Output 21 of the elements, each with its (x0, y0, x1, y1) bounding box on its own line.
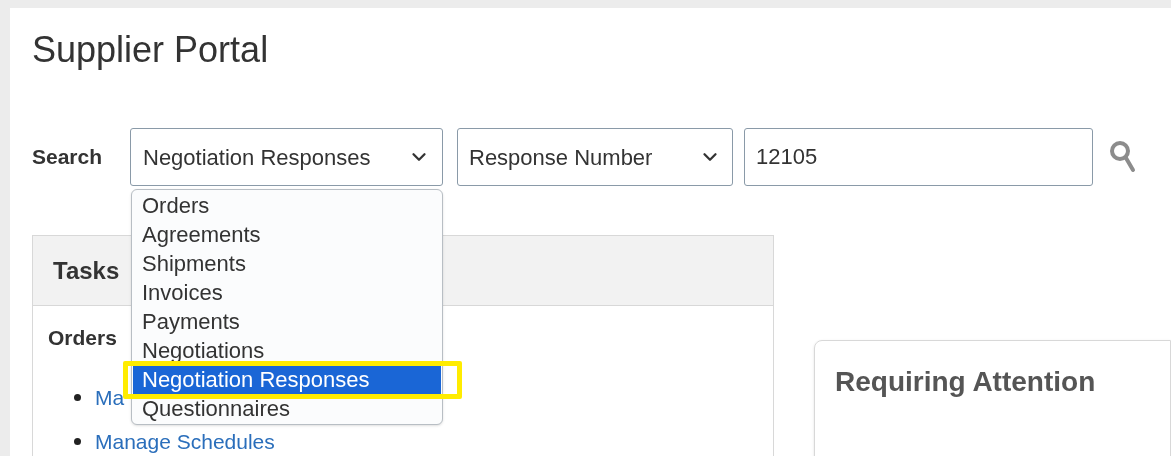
search-label: Search (32, 144, 104, 171)
dropdown-option[interactable]: Payments (133, 307, 441, 336)
page-title: Supplier Portal (32, 28, 269, 72)
search-input[interactable]: 12105 (744, 128, 1093, 186)
bullet-icon (74, 438, 81, 445)
panel-title: Tasks (53, 255, 120, 286)
bullet-icon (74, 394, 81, 401)
category-select[interactable]: Negotiation Responses (130, 128, 443, 186)
dropdown-option[interactable]: Orders (133, 191, 441, 220)
task-link[interactable]: Manage Schedules (95, 425, 275, 456)
dropdown-option[interactable]: Questionnaires (133, 394, 441, 423)
dropdown-option[interactable]: Negotiation Responses (133, 365, 441, 394)
panel-title: Requiring Attention (835, 366, 1096, 397)
field-select[interactable]: Response Number (457, 128, 733, 186)
dropdown-option[interactable]: Shipments (133, 249, 441, 278)
search-icon[interactable] (1109, 140, 1137, 174)
dropdown-option[interactable]: Agreements (133, 220, 441, 249)
task-link[interactable]: Ma (95, 381, 125, 414)
dropdown-option[interactable]: Negotiations (133, 336, 441, 365)
section-heading: Orders (48, 325, 117, 351)
dropdown-option[interactable]: Invoices (133, 278, 441, 307)
